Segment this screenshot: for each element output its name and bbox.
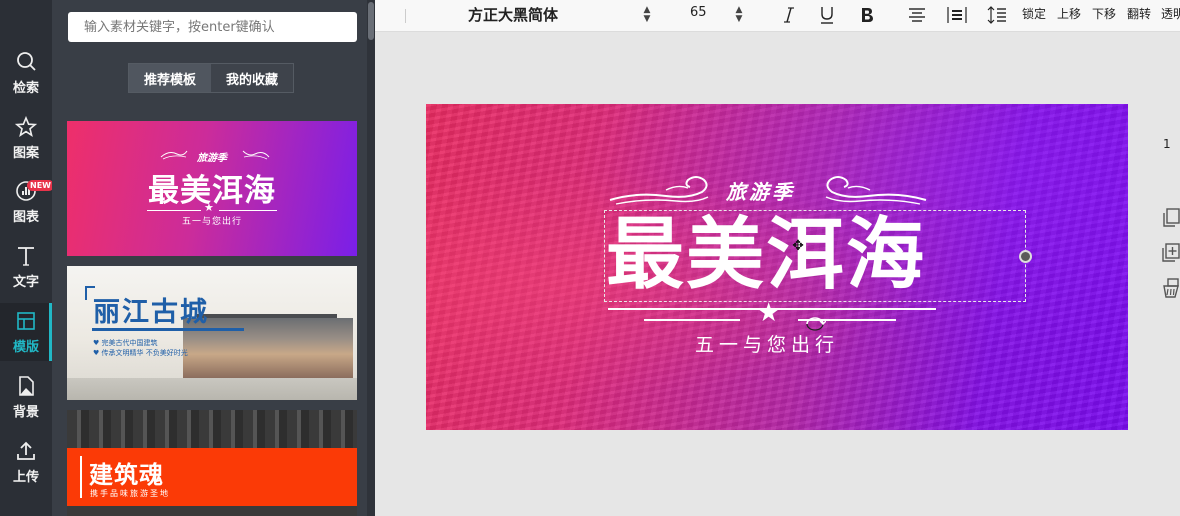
opacity-button[interactable]: 透明	[1161, 5, 1180, 22]
rail-label: 检索	[12, 81, 39, 96]
flip-button[interactable]: 翻转	[1127, 5, 1151, 22]
template-thumbnail-lijiang[interactable]: 丽江古城 ♥ 完美古代中国建筑 ♥ 传承文明精华 不负美好时光	[67, 266, 357, 400]
left-nav-rail: 检索 图案 图表 NEW 文字 模版 背景 上传	[0, 0, 54, 516]
search-icon	[14, 50, 38, 74]
rail-item-upload[interactable]: 上传	[0, 433, 52, 491]
rail-label: 上传	[12, 470, 39, 485]
thumb-tagline: 五一与您出行	[181, 217, 242, 227]
panel-scrollbar[interactable]	[367, 0, 375, 516]
search-input[interactable]	[68, 12, 357, 42]
new-badge: NEW	[27, 180, 54, 191]
rail-label: 图表	[12, 210, 39, 225]
resize-handle[interactable]	[1019, 250, 1032, 263]
scrollbar-thumb[interactable]	[368, 2, 374, 40]
star-icon: ★	[757, 298, 781, 328]
text-icon	[14, 244, 38, 268]
tab-favorites[interactable]: 我的收藏	[211, 64, 293, 92]
font-size-select[interactable]: 65	[690, 5, 707, 20]
template-thumbnail-erhai[interactable]: 旅游季 最美洱海 ★ 五一与您出行	[67, 121, 357, 256]
rail-item-template[interactable]: 模版	[0, 303, 52, 361]
wave-ornament-right	[825, 176, 927, 205]
move-cursor-icon: ✥	[792, 238, 804, 254]
line-height-icon[interactable]	[986, 3, 1008, 27]
thumb-subtitle: 旅游季	[197, 153, 227, 164]
wave-ornament-left	[609, 176, 709, 205]
thumb-title: 建筑魂	[89, 461, 164, 489]
page-number: 1	[1163, 137, 1171, 151]
template-icon	[14, 309, 38, 333]
rail-label: 文字	[12, 275, 39, 290]
font-select-arrows-icon[interactable]: ▲ ▼	[642, 6, 652, 24]
design-canvas[interactable]: 旅游季 最美洱海 ★ 五一与您出行	[426, 104, 1128, 430]
thumb-text-line: ♥ 完美古代中国建筑	[93, 339, 158, 347]
font-family-select[interactable]: 方正大黑简体	[468, 4, 558, 25]
move-up-button[interactable]: 上移	[1057, 5, 1081, 22]
rail-label: 模版	[12, 340, 39, 355]
template-thumbnail-architecture[interactable]: 建筑魂 携手品味旅游圣地	[67, 410, 357, 516]
copy-page-icon[interactable]	[1156, 206, 1180, 230]
canvas-title[interactable]: 最美洱海	[606, 210, 926, 300]
accent-line	[80, 456, 82, 498]
rail-item-pattern[interactable]: 图案	[0, 109, 52, 167]
text-toolbar: 方正大黑简体 ▲ ▼ 65 ▲ ▼ 锁定 上移 下移 翻转 透明	[375, 0, 1180, 32]
template-tabs: 推荐模板 我的收藏	[128, 63, 294, 93]
star-outline-icon	[14, 115, 38, 139]
title-underline	[92, 328, 244, 331]
canvas-divider-left	[644, 319, 740, 321]
building-photo	[67, 410, 357, 448]
align-center-icon[interactable]	[906, 3, 928, 27]
letter-spacing-icon[interactable]	[946, 3, 968, 27]
thumb-text-line: ♥ 传承文明精华 不负美好时光	[93, 349, 188, 357]
bold-icon[interactable]	[856, 3, 878, 27]
lock-button[interactable]: 锁定	[1022, 5, 1046, 22]
add-page-icon[interactable]	[1156, 241, 1180, 265]
canvas-tagline[interactable]: 五一与您出行	[695, 330, 839, 357]
rail-item-text[interactable]: 文字	[0, 238, 52, 296]
tab-recommended[interactable]: 推荐模板	[129, 64, 211, 92]
move-down-button[interactable]: 下移	[1092, 5, 1116, 22]
upload-icon	[14, 439, 38, 463]
rail-label: 图案	[12, 146, 39, 161]
rail-item-search[interactable]: 检索	[0, 44, 52, 102]
size-select-arrows-icon[interactable]: ▲ ▼	[734, 6, 744, 24]
water-illustration	[67, 378, 357, 400]
clear-page-icon[interactable]	[1156, 276, 1180, 300]
divider	[147, 210, 201, 211]
thumb-subtitle: 携手品味旅游圣地	[90, 489, 170, 498]
rail-item-chart[interactable]: 图表 NEW	[0, 173, 54, 231]
toolbar-separator	[405, 9, 406, 23]
canvas-subtitle[interactable]: 旅游季	[726, 176, 795, 205]
rail-label: 背景	[12, 405, 39, 420]
background-icon	[14, 374, 38, 398]
rail-item-background[interactable]: 背景	[0, 368, 52, 426]
thumb-title: 丽江古城	[93, 297, 209, 328]
divider	[219, 210, 277, 211]
rotate-handle-icon[interactable]	[804, 316, 826, 332]
star-icon: ★	[204, 201, 214, 214]
italic-icon[interactable]	[778, 3, 800, 27]
underline-icon[interactable]	[816, 3, 838, 27]
building-photo-bottom	[67, 506, 357, 516]
